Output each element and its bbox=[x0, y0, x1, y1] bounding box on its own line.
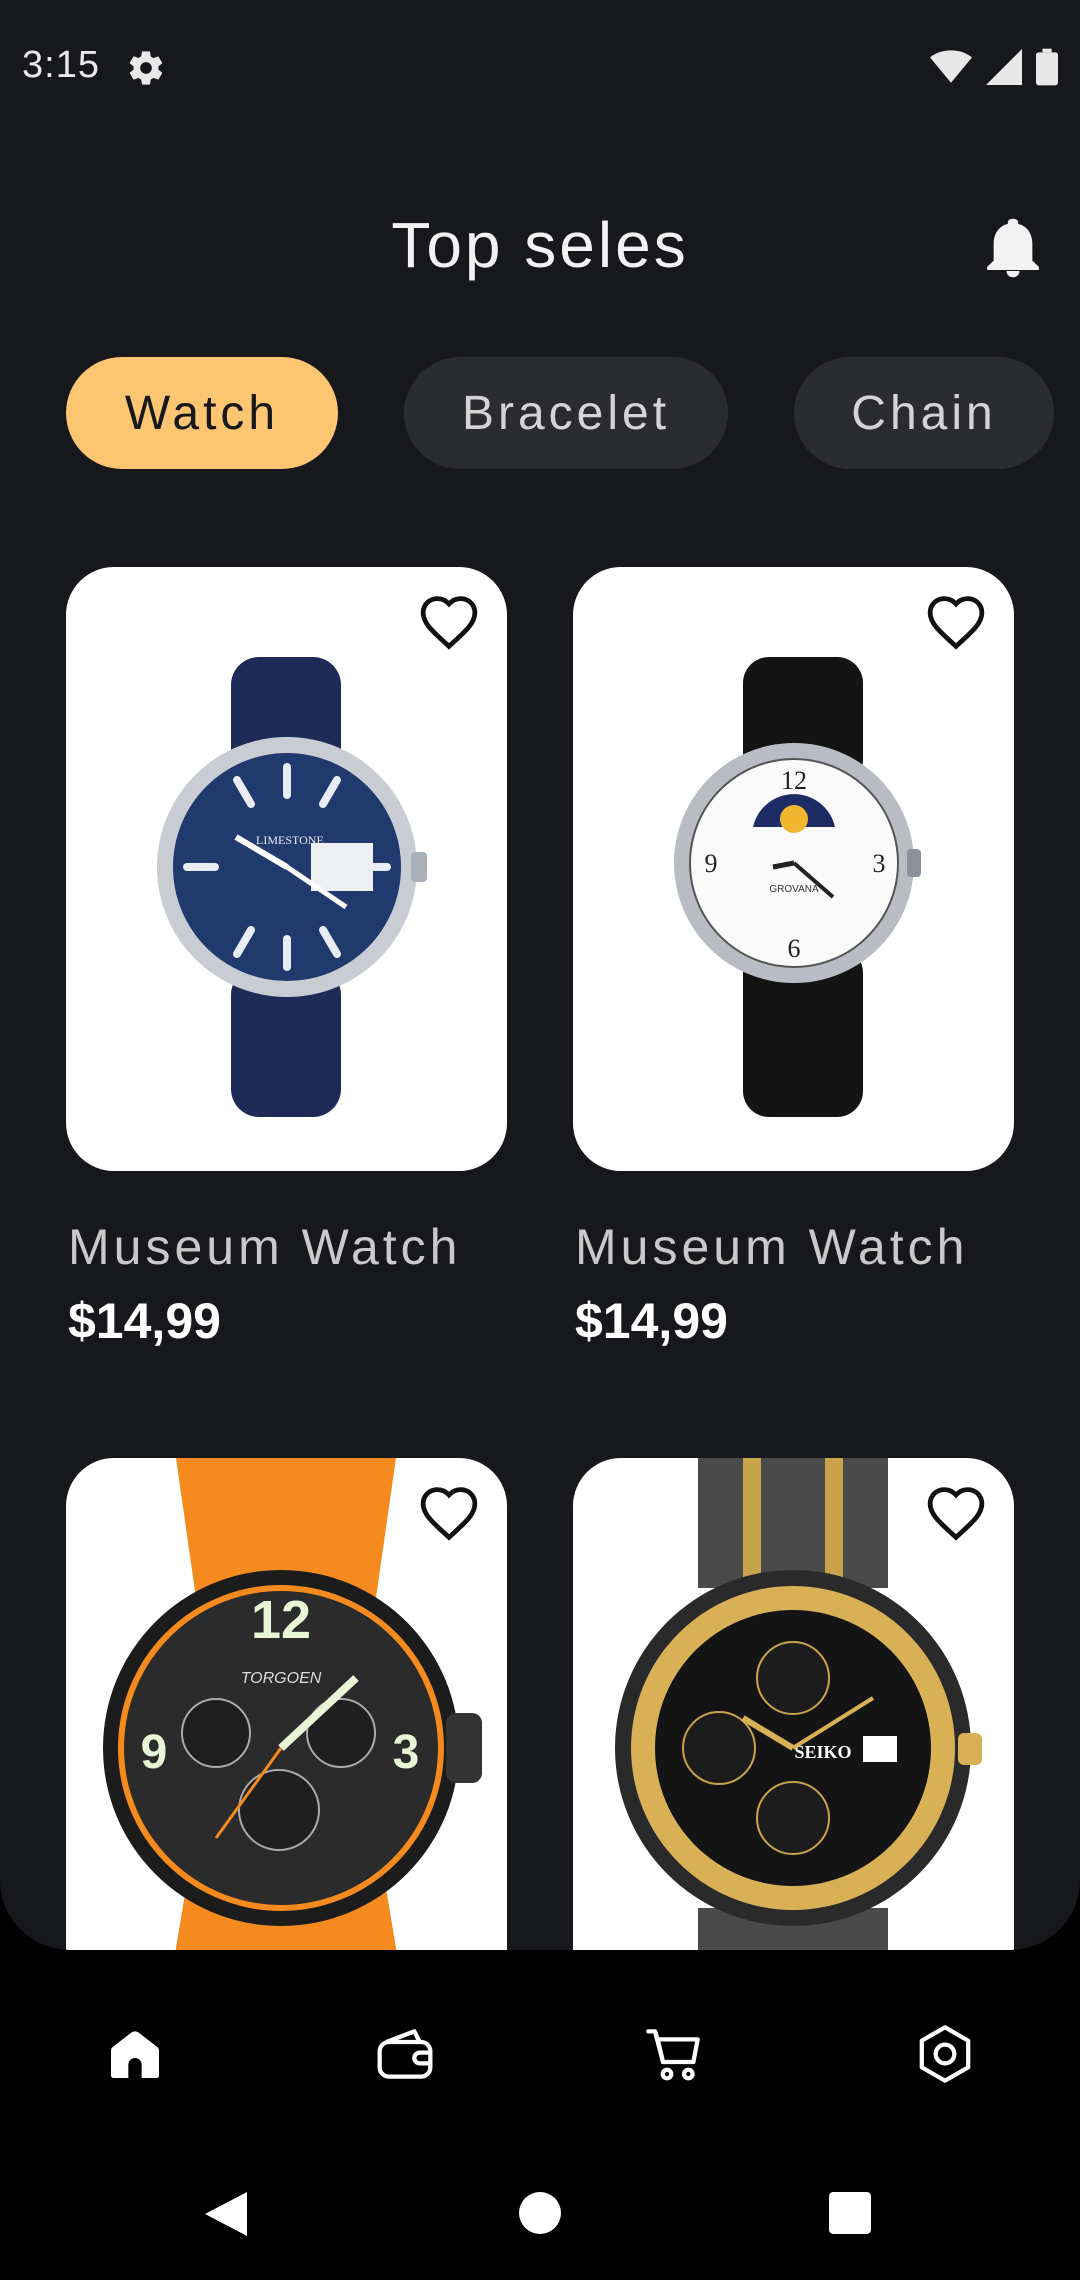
dial-brand-text: TORGOEN bbox=[241, 1670, 322, 1687]
dial-brand-text: SEIKO bbox=[794, 1742, 851, 1762]
svg-text:3: 3 bbox=[393, 1726, 420, 1779]
page-title: Top seles bbox=[391, 209, 689, 281]
settings-icon[interactable] bbox=[913, 2022, 977, 2086]
product-price: $14,99 bbox=[575, 1293, 728, 1349]
category-chip-watch[interactable]: Watch bbox=[66, 357, 338, 469]
svg-text:9: 9 bbox=[141, 1726, 168, 1779]
product-card[interactable]: SEIKO bbox=[573, 1458, 1014, 1950]
product-card[interactable]: 12 3 9 TORGOEN bbox=[66, 1458, 507, 1950]
cart-icon[interactable] bbox=[643, 2022, 707, 2086]
cell-signal-icon bbox=[986, 49, 1022, 85]
favorite-heart-icon[interactable] bbox=[417, 1482, 481, 1542]
home-circle-icon[interactable] bbox=[519, 2192, 561, 2234]
favorite-heart-icon[interactable] bbox=[924, 1482, 988, 1542]
product-card[interactable]: LIMESTONE bbox=[66, 567, 507, 1171]
battery-icon bbox=[1036, 48, 1058, 86]
back-icon[interactable] bbox=[205, 2192, 247, 2236]
app-screen: 3:15 Top seles Watch Bracelet Chain LIME… bbox=[0, 0, 1080, 1950]
product-name: Museum Watch bbox=[575, 1219, 969, 1275]
svg-text:12: 12 bbox=[251, 1590, 311, 1650]
svg-text:3: 3 bbox=[873, 849, 886, 878]
svg-text:6: 6 bbox=[788, 934, 801, 963]
status-bar: 3:15 bbox=[0, 0, 1080, 132]
svg-text:9: 9 bbox=[705, 849, 718, 878]
wallet-icon[interactable] bbox=[373, 2022, 437, 2086]
home-icon[interactable] bbox=[103, 2022, 167, 2086]
dial-brand-text: LIMESTONE bbox=[256, 833, 324, 847]
product-card[interactable]: 12 3 6 9 GROVANA bbox=[573, 567, 1014, 1171]
dial-brand-text: GROVANA bbox=[769, 884, 819, 895]
notification-bell-icon[interactable] bbox=[986, 218, 1040, 278]
wifi-icon bbox=[930, 50, 972, 83]
category-label: Watch bbox=[124, 386, 280, 440]
svg-text:12: 12 bbox=[781, 766, 807, 795]
status-icons bbox=[930, 48, 1058, 86]
category-chip-bracelet[interactable]: Bracelet bbox=[404, 357, 728, 469]
category-label: Bracelet bbox=[461, 386, 671, 440]
product-image: 12 3 6 9 GROVANA bbox=[674, 657, 921, 1117]
product-name: Museum Watch bbox=[68, 1219, 462, 1275]
category-chip-chain[interactable]: Chain bbox=[794, 357, 1054, 469]
product-price: $14,99 bbox=[68, 1293, 221, 1349]
favorite-heart-icon[interactable] bbox=[417, 591, 481, 651]
settings-gear-icon bbox=[129, 51, 163, 85]
recents-square-icon[interactable] bbox=[829, 2192, 871, 2234]
favorite-heart-icon[interactable] bbox=[924, 591, 988, 651]
status-time: 3:15 bbox=[22, 44, 100, 86]
product-image: LIMESTONE bbox=[157, 657, 427, 1117]
category-label: Chain bbox=[851, 386, 997, 440]
